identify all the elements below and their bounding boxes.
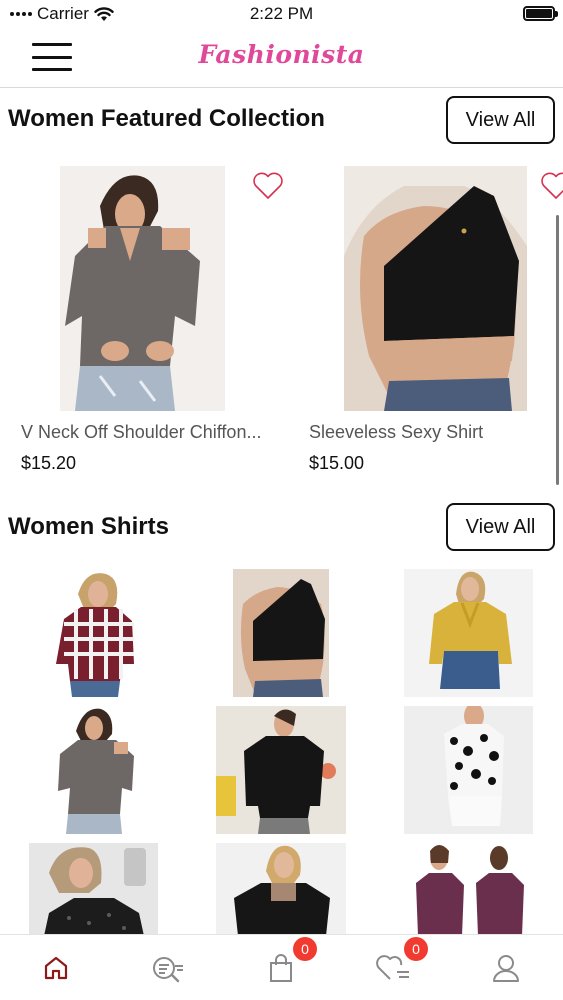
shirt-tile[interactable] (233, 569, 329, 697)
featured-section-title: Women Featured Collection (8, 105, 325, 132)
user-icon (493, 955, 519, 982)
shirt-tile[interactable] (56, 569, 136, 697)
featured-section-header: Women Featured Collection View All (0, 94, 563, 146)
battery-icon (523, 6, 558, 21)
tab-home[interactable] (0, 935, 112, 1000)
carousel-scrollbar[interactable] (556, 215, 559, 485)
tab-bar: 0 0 (0, 934, 563, 1000)
shirt-tile[interactable] (216, 706, 346, 834)
tab-profile[interactable] (450, 935, 562, 1000)
shirts-section-title: Women Shirts (8, 513, 169, 540)
brand-logo: Fashionista (198, 40, 365, 69)
shirt-tile[interactable] (56, 706, 136, 834)
tab-search[interactable] (112, 935, 224, 1000)
tab-wishlist[interactable]: 0 (337, 935, 449, 1000)
wishlist-count-badge: 0 (404, 937, 428, 961)
product-image[interactable] (60, 166, 225, 411)
product-price: $15.20 (21, 453, 77, 473)
shirt-tile[interactable] (29, 843, 158, 936)
favorite-heart-icon[interactable] (540, 172, 563, 200)
product-thumbnail (56, 569, 136, 697)
product-image[interactable] (344, 166, 527, 411)
tab-cart[interactable]: 0 (225, 935, 337, 1000)
shirts-grid[interactable] (0, 566, 563, 936)
product-name[interactable]: Sleeveless Sexy Shirt (309, 422, 563, 443)
status-time: 2:22 PM (249, 4, 314, 23)
nav-bar: Fashionista (0, 28, 563, 88)
shirt-tile[interactable] (404, 843, 533, 936)
product-thumbnail (404, 706, 533, 834)
product-thumbnail (56, 706, 136, 834)
product-price: $15.00 (309, 453, 365, 473)
product-thumbnail (29, 843, 158, 936)
favorite-heart-icon[interactable] (252, 172, 284, 200)
product-thumbnail (216, 706, 346, 834)
home-icon (44, 956, 68, 980)
product-thumbnail (404, 569, 533, 697)
product-thumbnail (404, 843, 533, 936)
product-thumbnail (216, 843, 346, 936)
product-name[interactable]: V Neck Off Shoulder Chiffon... (21, 422, 276, 443)
cart-count-badge: 0 (293, 937, 317, 961)
shirt-tile[interactable] (216, 843, 346, 936)
product-thumbnail (233, 569, 329, 697)
shirt-tile[interactable] (404, 569, 533, 697)
shirts-section-header: Women Shirts View All (0, 502, 563, 554)
featured-product-card[interactable]: Sleeveless Sexy Shirt $15.00 (288, 160, 563, 480)
wishlist-heart-icon (376, 955, 409, 980)
shirt-tile[interactable] (404, 706, 533, 834)
featured-carousel[interactable]: V Neck Off Shoulder Chiffon... $15.20 Sl… (0, 160, 563, 480)
shirts-view-all-button[interactable]: View All (446, 503, 555, 551)
shopping-bag-icon (270, 954, 292, 982)
status-bar: Carrier 2:22 PM (0, 0, 563, 28)
featured-product-card[interactable]: V Neck Off Shoulder Chiffon... $15.20 (0, 160, 283, 480)
featured-view-all-button[interactable]: View All (446, 96, 555, 144)
search-list-icon (153, 957, 183, 983)
